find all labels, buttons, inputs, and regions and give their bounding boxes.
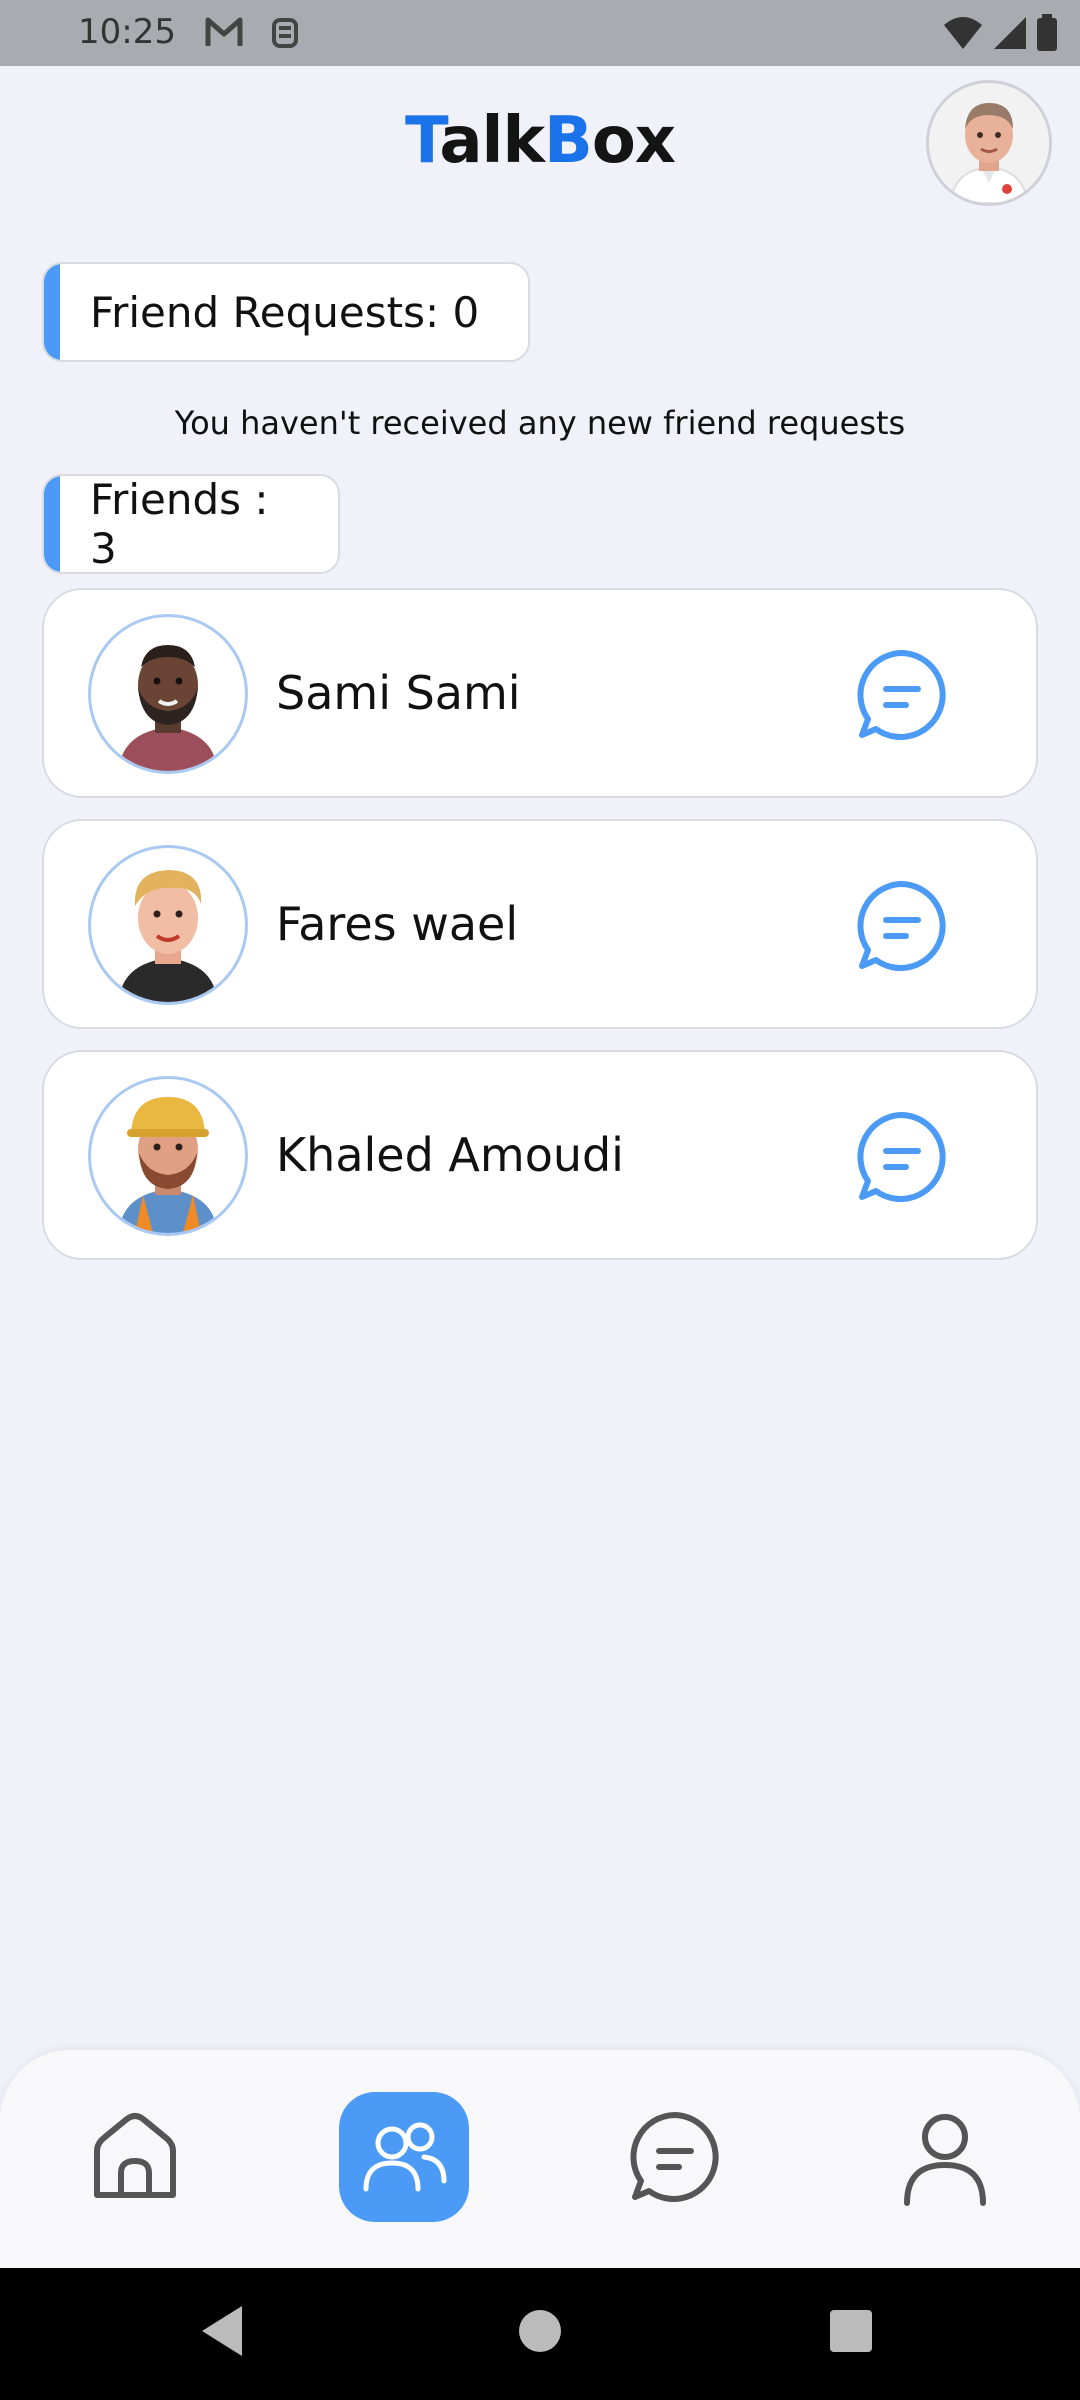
friend-card[interactable]: Khaled Amoudi	[42, 1050, 1038, 1260]
friend-requests-label: Friend Requests: 0	[42, 262, 530, 362]
friend-card[interactable]: Sami Sami	[42, 588, 1038, 798]
chat-icon	[857, 1112, 946, 1202]
empty-requests-message: You haven't received any new friend requ…	[174, 404, 906, 442]
chat-button[interactable]	[852, 1107, 952, 1207]
friend-avatar	[88, 614, 248, 774]
status-time: 10:25	[78, 12, 176, 52]
user-avatar-icon	[929, 83, 1049, 203]
brand-letter-t: T	[404, 104, 440, 178]
battery-icon	[1036, 14, 1058, 56]
avatar-icon	[119, 1097, 217, 1233]
brand-letter-b: B	[544, 104, 593, 178]
chat-button[interactable]	[852, 645, 952, 745]
notification-icon	[268, 14, 302, 56]
home-circle-icon[interactable]	[518, 2302, 562, 2364]
recents-icon[interactable]	[828, 2302, 874, 2364]
friends-label: Friends : 3	[42, 474, 340, 574]
chat-button[interactable]	[852, 876, 952, 976]
friends-label-text: Friends : 3	[90, 475, 269, 573]
friend-name: Khaled Amoudi	[276, 1128, 624, 1182]
avatar-icon	[119, 645, 217, 771]
gmail-icon	[204, 14, 244, 54]
friend-card[interactable]: Fares wael	[42, 819, 1038, 1029]
chat-icon	[857, 650, 946, 740]
friends-icon	[363, 2122, 447, 2192]
nav-home[interactable]	[70, 2092, 200, 2222]
label-accent-bar	[44, 264, 60, 360]
friend-name: Sami Sami	[276, 666, 521, 720]
chat-icon	[630, 2112, 719, 2202]
bottom-navigation	[0, 2050, 1080, 2268]
chat-icon	[857, 881, 946, 971]
friend-name: Fares wael	[276, 897, 519, 951]
friend-avatar	[88, 1076, 248, 1236]
label-accent-bar	[44, 476, 60, 572]
brand-text-ox: ox	[591, 104, 676, 178]
signal-icon	[992, 15, 1028, 55]
nav-profile[interactable]	[880, 2092, 1010, 2222]
back-icon[interactable]	[198, 2302, 248, 2364]
system-navigation-bar	[0, 2268, 1080, 2400]
brand-text-alk: alk	[439, 104, 545, 178]
status-bar: 10:25	[0, 0, 1080, 66]
friend-requests-label-text: Friend Requests: 0	[90, 287, 480, 337]
friend-avatar	[88, 845, 248, 1005]
nav-friends[interactable]	[339, 2092, 469, 2222]
profile-avatar-button[interactable]	[926, 80, 1052, 206]
avatar-icon	[119, 870, 217, 1002]
app-brand-title: TalkBox	[0, 104, 1080, 178]
profile-icon	[904, 2114, 986, 2206]
nav-chats[interactable]	[610, 2092, 740, 2222]
home-icon	[94, 2113, 176, 2198]
wifi-icon	[942, 15, 984, 55]
